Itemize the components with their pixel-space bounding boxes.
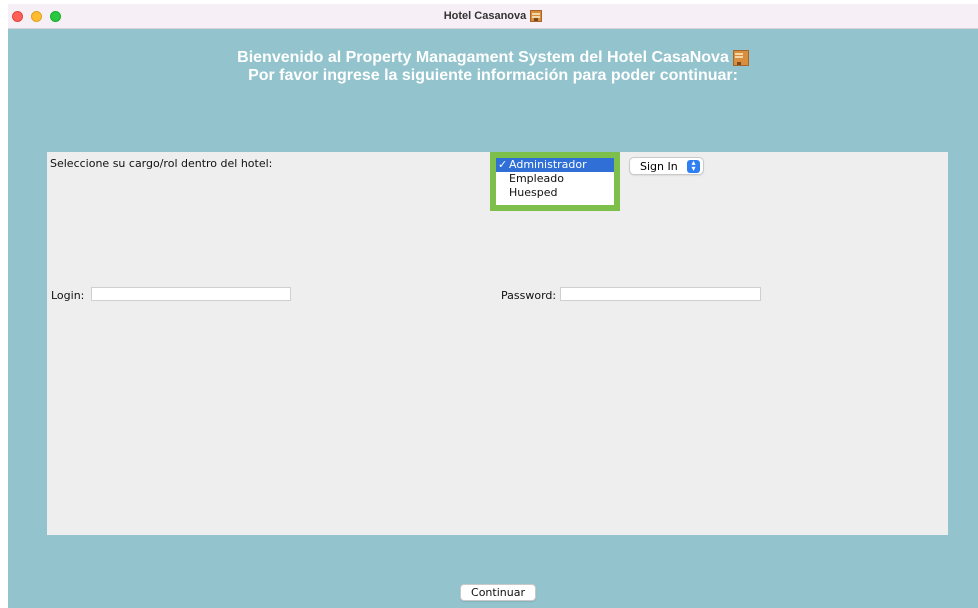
checkmark-icon: ✓ <box>498 158 508 171</box>
role-option-empleado[interactable]: Empleado <box>496 172 614 186</box>
role-option-administrador[interactable]: ✓ Administrador <box>496 158 614 172</box>
continue-button-label: Continuar <box>471 586 525 599</box>
minimize-window-button[interactable] <box>31 11 42 22</box>
main-content: Bienvenido al Property Managament System… <box>8 29 978 608</box>
password-input[interactable] <box>560 287 761 301</box>
role-list: ✓ Administrador Empleado Huesped <box>490 152 620 211</box>
mode-select-value: Sign In <box>640 159 678 173</box>
zoom-window-button[interactable] <box>50 11 61 22</box>
hotel-icon <box>732 50 749 66</box>
hotel-icon <box>530 10 543 22</box>
welcome-line-1: Bienvenido al Property Managament System… <box>237 49 729 66</box>
role-option-label: Administrador <box>509 158 587 171</box>
role-option-label: Empleado <box>509 172 564 185</box>
window-controls <box>12 11 61 22</box>
mode-select[interactable]: Sign In ▴ ▾ <box>629 157 704 175</box>
title-bar: Hotel Casanova <box>8 4 978 29</box>
welcome-line-2: Por favor ingrese la siguiente informaci… <box>248 67 738 84</box>
role-list-box[interactable]: ✓ Administrador Empleado Huesped <box>496 158 614 205</box>
welcome-heading: Bienvenido al Property Managament System… <box>8 49 978 85</box>
window-title: Hotel Casanova <box>444 10 543 22</box>
role-label: Seleccione su cargo/rol dentro del hotel… <box>50 157 273 170</box>
form-panel: Seleccione su cargo/rol dentro del hotel… <box>47 152 948 535</box>
login-label: Login: <box>51 289 85 302</box>
password-label: Password: <box>501 289 557 302</box>
login-input[interactable] <box>91 287 291 301</box>
continue-button[interactable]: Continuar <box>460 584 536 601</box>
chevron-updown-icon: ▴ ▾ <box>687 159 700 173</box>
role-option-huesped[interactable]: Huesped <box>496 186 614 200</box>
close-window-button[interactable] <box>12 11 23 22</box>
role-option-label: Huesped <box>509 186 558 199</box>
app-window: Hotel Casanova Bienvenido al Property Ma… <box>8 0 978 608</box>
window-title-text: Hotel Casanova <box>443 10 527 22</box>
